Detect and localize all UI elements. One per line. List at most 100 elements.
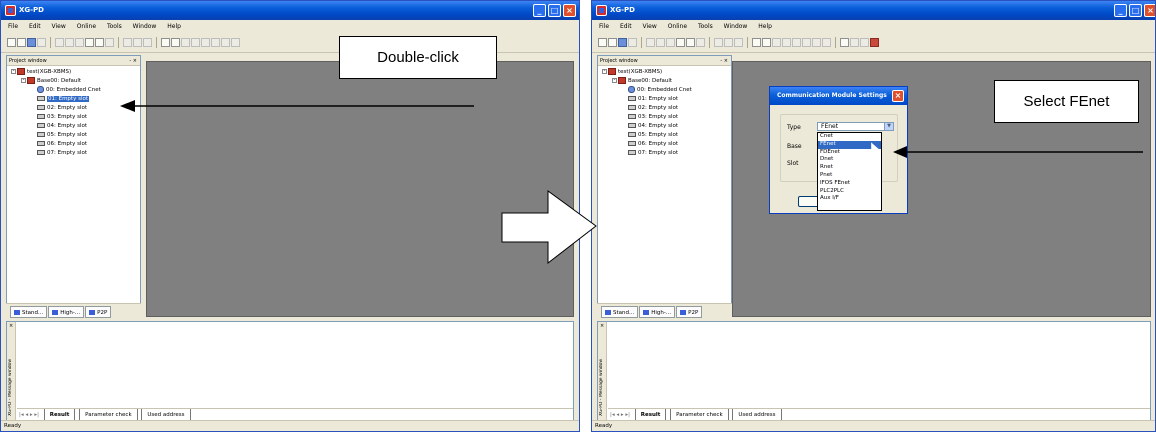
tree-node-slot[interactable]: 04: Empty slot: [598, 122, 731, 131]
print-icon[interactable]: [37, 38, 46, 47]
diagnosis-icon[interactable]: [231, 38, 240, 47]
tree-node-slot[interactable]: 06: Empty slot: [598, 140, 731, 149]
tree-node-slot[interactable]: 07: Empty slot: [598, 149, 731, 158]
settings-icon[interactable]: [840, 38, 849, 47]
close-icon[interactable]: ×: [9, 323, 13, 329]
copy-icon[interactable]: [676, 38, 685, 47]
redo-icon[interactable]: [65, 38, 74, 47]
copy-icon[interactable]: [85, 38, 94, 47]
zoom-in-icon[interactable]: [133, 38, 142, 47]
connect-icon[interactable]: [161, 38, 170, 47]
close-icon[interactable]: ×: [600, 323, 604, 329]
collapse-icon[interactable]: -: [21, 78, 26, 83]
run-icon[interactable]: [201, 38, 210, 47]
table-icon[interactable]: [850, 38, 859, 47]
close-icon[interactable]: - ×: [720, 56, 728, 66]
menu-edit[interactable]: Edit: [29, 23, 41, 30]
tree-node-base[interactable]: - Base00: Default: [7, 77, 140, 86]
window-icon[interactable]: [860, 38, 869, 47]
cut-icon[interactable]: [75, 38, 84, 47]
menu-window[interactable]: Window: [724, 23, 748, 30]
delete-icon[interactable]: [105, 38, 114, 47]
dropdown-option[interactable]: Pnet: [818, 172, 881, 180]
dropdown-option[interactable]: PLC2PLC: [818, 188, 881, 196]
menu-file[interactable]: File: [599, 23, 609, 30]
paste-icon[interactable]: [95, 38, 104, 47]
monitor-icon[interactable]: [812, 38, 821, 47]
dropdown-option[interactable]: Rnet: [818, 164, 881, 172]
redo-icon[interactable]: [656, 38, 665, 47]
info-icon[interactable]: [870, 38, 879, 47]
tab-high-speed[interactable]: High-...: [639, 306, 676, 318]
maximize-button[interactable]: □: [1129, 4, 1142, 17]
menu-edit[interactable]: Edit: [620, 23, 632, 30]
dropdown-option[interactable]: Aux I/F: [818, 195, 881, 203]
write-icon[interactable]: [782, 38, 791, 47]
tree-node-slot[interactable]: 02: Empty slot: [598, 104, 731, 113]
menu-file[interactable]: File: [8, 23, 18, 30]
tab-high-speed[interactable]: High-...: [48, 306, 85, 318]
title-bar[interactable]: XG-PD _ □ ×: [592, 1, 1155, 20]
maximize-button[interactable]: □: [548, 4, 561, 17]
dropdown-option[interactable]: IFOS FEnet: [818, 180, 881, 188]
tree-node-slot[interactable]: 05: Empty slot: [598, 131, 731, 140]
print-icon[interactable]: [628, 38, 637, 47]
disconnect-icon[interactable]: [762, 38, 771, 47]
minimize-button[interactable]: _: [533, 4, 546, 17]
menu-tools[interactable]: Tools: [698, 23, 713, 30]
close-icon[interactable]: - ×: [129, 56, 137, 66]
tree-node-base[interactable]: - Base00: Default: [598, 77, 731, 86]
new-icon[interactable]: [598, 38, 607, 47]
tree-node-slot[interactable]: 00: Embedded Cnet: [7, 86, 140, 95]
tree-node-slot[interactable]: 03: Empty slot: [7, 113, 140, 122]
dropdown-option[interactable]: Dnet: [818, 156, 881, 164]
run-icon[interactable]: [792, 38, 801, 47]
zoom-in-icon[interactable]: [724, 38, 733, 47]
tree-node-plc[interactable]: - test(XGB-XBMS): [7, 68, 140, 77]
type-select[interactable]: FEnet ▼: [817, 122, 894, 131]
tree-node-slot[interactable]: 03: Empty slot: [598, 113, 731, 122]
close-button[interactable]: ×: [563, 4, 576, 17]
menu-window[interactable]: Window: [133, 23, 157, 30]
collapse-icon[interactable]: -: [602, 69, 607, 74]
menu-view[interactable]: View: [52, 23, 66, 30]
close-button[interactable]: ×: [1144, 4, 1155, 17]
stop-icon[interactable]: [211, 38, 220, 47]
delete-icon[interactable]: [696, 38, 705, 47]
tab-standard[interactable]: Stand...: [10, 306, 48, 318]
menu-help[interactable]: Help: [167, 23, 181, 30]
connect-icon[interactable]: [752, 38, 761, 47]
menu-help[interactable]: Help: [758, 23, 772, 30]
menu-tools[interactable]: Tools: [107, 23, 122, 30]
write-icon[interactable]: [191, 38, 200, 47]
tab-p2p[interactable]: P2P: [676, 306, 703, 318]
undo-icon[interactable]: [646, 38, 655, 47]
tree-node-slot-selected[interactable]: 01: Empty slot: [7, 95, 140, 104]
chevron-down-icon[interactable]: ▼: [884, 123, 893, 130]
menu-view[interactable]: View: [643, 23, 657, 30]
tree-node-slot[interactable]: 04: Empty slot: [7, 122, 140, 131]
menu-online[interactable]: Online: [77, 23, 96, 30]
zoom-out-icon[interactable]: [734, 38, 743, 47]
read-icon[interactable]: [772, 38, 781, 47]
dialog-title-bar[interactable]: Communication Module Settings ×: [770, 87, 907, 105]
stop-icon[interactable]: [802, 38, 811, 47]
tree-node-slot[interactable]: 00: Embedded Cnet: [598, 86, 731, 95]
paste-icon[interactable]: [686, 38, 695, 47]
save-icon[interactable]: [27, 38, 36, 47]
tab-p2p[interactable]: P2P: [85, 306, 112, 318]
cut-icon[interactable]: [666, 38, 675, 47]
tree-node-slot[interactable]: 05: Empty slot: [7, 131, 140, 140]
read-icon[interactable]: [181, 38, 190, 47]
dropdown-option[interactable]: Cnet: [818, 133, 881, 141]
diagnosis-icon[interactable]: [822, 38, 831, 47]
menu-online[interactable]: Online: [668, 23, 687, 30]
tree-node-plc[interactable]: - test(XGB-XBMS): [598, 68, 731, 77]
open-icon[interactable]: [608, 38, 617, 47]
new-icon[interactable]: [7, 38, 16, 47]
tab-standard[interactable]: Stand...: [601, 306, 639, 318]
zoom-out-icon[interactable]: [143, 38, 152, 47]
disconnect-icon[interactable]: [171, 38, 180, 47]
tree-node-slot[interactable]: 07: Empty slot: [7, 149, 140, 158]
undo-icon[interactable]: [55, 38, 64, 47]
